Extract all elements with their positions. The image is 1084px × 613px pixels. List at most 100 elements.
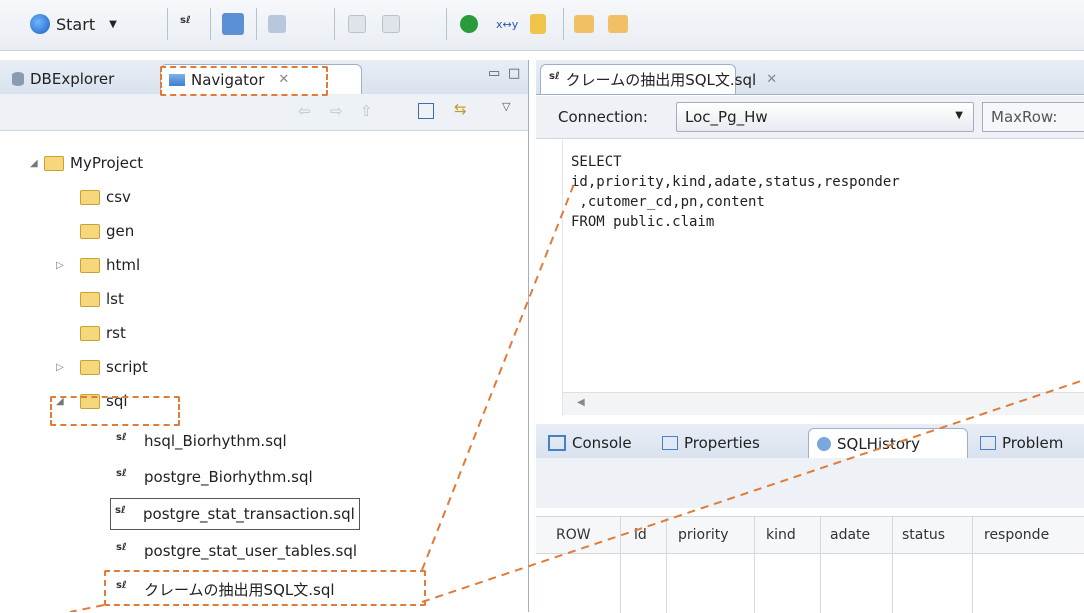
tree-file-postgre-stat-user-tables[interactable]: sℓ postgre_stat_user_tables.sql [116, 536, 357, 566]
results-table: ROW id priority kind adate status respon… [536, 516, 1084, 613]
list-button[interactable] [222, 10, 244, 38]
column-header-row[interactable]: ROW [556, 517, 591, 553]
sql-file-icon: sℓ [115, 505, 126, 516]
play-icon [460, 15, 478, 33]
column-header-id[interactable]: id [634, 517, 647, 553]
tab-console[interactable]: Console [540, 428, 640, 458]
sql-editor[interactable]: SELECT id,priority,kind,adate,status,res… [562, 140, 1084, 416]
maximize-icon[interactable]: □ [508, 66, 520, 81]
minimize-icon[interactable]: ▭ [488, 66, 500, 81]
save-button[interactable] [268, 10, 286, 38]
tab-sqlhistory-label: SQLHistory [837, 434, 921, 453]
folder-icon [80, 257, 100, 273]
connection-value: Loc_Pg_Hw [685, 108, 768, 126]
link-icon[interactable]: ⇆ [454, 100, 467, 118]
folder-label: html [106, 256, 141, 274]
tree-folder-script[interactable]: ▷ script [56, 352, 148, 382]
history-icon [817, 436, 831, 451]
column-header-kind[interactable]: kind [766, 517, 796, 553]
results-header: ROW id priority kind adate status respon… [536, 517, 1084, 554]
folder-icon [80, 223, 100, 239]
sql-file-icon: sℓ [116, 468, 127, 479]
sql-file-icon: sℓ [116, 432, 127, 443]
navigator-toolbar: ⇦ ⇨ ⇧ ⇆ ▽ [0, 94, 528, 131]
scroll-left-icon[interactable]: ◀ [577, 397, 585, 408]
xy-button[interactable]: x↔y [496, 10, 518, 38]
doc-button[interactable] [530, 10, 546, 38]
console-icon [548, 435, 566, 451]
navigator-panel: DBExplorer Navigator ✕ ▭ □ ⇦ ⇨ ⇧ ⇆ ▽ ◢ My… [0, 60, 529, 612]
code-line-2: id,priority,kind,adate,status,responder [571, 174, 900, 190]
tab-problems[interactable]: Problem [972, 428, 1071, 458]
folder-label: gen [106, 222, 135, 240]
tab-dbexplorer-label: DBExplorer [30, 70, 115, 88]
column-header-responder[interactable]: responde [984, 517, 1049, 553]
view-menu-icon[interactable]: ▽ [502, 100, 510, 113]
maxrow-label: MaxRow: [991, 108, 1058, 126]
annotation-sql-folder-box [50, 396, 180, 426]
database-icon [12, 72, 24, 86]
sql-file-icon: sℓ [549, 70, 560, 82]
disabled-icon-2 [382, 15, 400, 33]
maxrow-field[interactable]: MaxRow: [982, 102, 1084, 132]
start-button[interactable]: Start ▼ [30, 10, 117, 38]
import-button[interactable] [574, 10, 594, 38]
column-header-priority[interactable]: priority [678, 517, 729, 553]
sql-button[interactable]: sℓ [180, 10, 208, 38]
folder-label: script [106, 358, 148, 376]
project-folder-icon [44, 155, 64, 171]
collapsed-arrow-icon[interactable]: ▷ [56, 362, 70, 373]
tree-file-postgre-biorhythm[interactable]: sℓ postgre_Biorhythm.sql [116, 462, 313, 492]
main-toolbar: Start ▼ sℓ x↔y [0, 0, 1084, 51]
run-icon [30, 14, 50, 34]
export-icon [608, 15, 628, 33]
up-icon[interactable]: ⇧ [360, 102, 373, 120]
chevron-down-icon[interactable]: ▼ [955, 110, 963, 121]
doc-icon [530, 14, 546, 34]
folder-icon [80, 359, 100, 375]
bottom-tab-bar: Console Properties SQLHistory Problem [536, 424, 1084, 459]
back-icon[interactable]: ⇦ [298, 102, 311, 120]
tab-dbexplorer[interactable]: DBExplorer [4, 64, 122, 94]
sql-icon: sℓ [180, 15, 191, 26]
horizontal-scrollbar[interactable]: ◀ [563, 392, 1084, 415]
column-header-status[interactable]: status [902, 517, 945, 553]
disabled-icon-1 [348, 15, 366, 33]
expand-arrow-icon[interactable]: ◢ [30, 158, 44, 169]
file-label: postgre_stat_user_tables.sql [144, 542, 358, 560]
disabled-button-2[interactable] [382, 10, 400, 38]
tree-root-myproject[interactable]: ◢ MyProject [30, 148, 143, 178]
folder-label: rst [106, 324, 126, 342]
tree-file-hsql-biorhythm[interactable]: sℓ hsql_Biorhythm.sql [116, 426, 287, 456]
close-icon[interactable]: ✕ [766, 72, 777, 87]
tree-file-postgre-stat-transaction[interactable]: sℓ postgre_stat_transaction.sql [110, 498, 360, 530]
xy-icon: x↔y [496, 17, 519, 31]
problems-icon [980, 436, 996, 450]
code-line-4: FROM public.claim [571, 214, 715, 230]
connection-select[interactable]: Loc_Pg_Hw ▼ [676, 102, 974, 132]
tree-folder-rst[interactable]: rst [80, 318, 126, 348]
editor-tab-title: クレームの抽出用SQL文.sql [565, 71, 757, 89]
editor-panel: sℓ クレームの抽出用SQL文.sql ✕ Connection: Loc_Pg… [536, 60, 1084, 420]
forward-icon[interactable]: ⇨ [330, 102, 343, 120]
export-button[interactable] [608, 10, 628, 38]
chevron-down-icon[interactable]: ▼ [109, 19, 117, 30]
sql-file-icon: sℓ [116, 542, 127, 553]
tab-sqlhistory[interactable]: SQLHistory [808, 428, 968, 458]
column-header-adate[interactable]: adate [830, 517, 870, 553]
file-label: hsql_Biorhythm.sql [144, 432, 287, 450]
tree-folder-csv[interactable]: csv [80, 182, 131, 212]
tree-root-label: MyProject [70, 154, 144, 172]
tree-folder-gen[interactable]: gen [80, 216, 134, 246]
import-icon [574, 15, 594, 33]
tree-folder-html[interactable]: ▷ html [56, 250, 140, 280]
tree-folder-lst[interactable]: lst [80, 284, 124, 314]
folder-label: lst [106, 290, 124, 308]
tab-editor-file[interactable]: sℓ クレームの抽出用SQL文.sql ✕ [540, 64, 777, 94]
tab-properties[interactable]: Properties [654, 428, 768, 458]
collapse-all-icon[interactable] [418, 103, 434, 119]
collapsed-arrow-icon[interactable]: ▷ [56, 260, 70, 271]
disabled-button-1[interactable] [348, 10, 366, 38]
play-button[interactable] [460, 10, 478, 38]
folder-icon [80, 189, 100, 205]
